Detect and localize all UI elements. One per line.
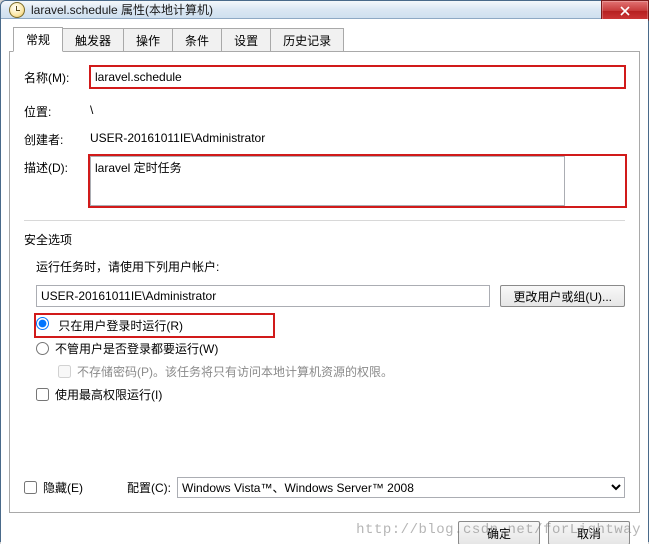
checkbox-run-highest-label: 使用最高权限运行(I) bbox=[55, 386, 162, 403]
tab-general[interactable]: 常规 bbox=[13, 27, 63, 52]
row-author: 创建者: USER-20161011IE\Administrator bbox=[24, 128, 625, 148]
row-location: 位置: \ bbox=[24, 100, 625, 120]
tab-history[interactable]: 历史记录 bbox=[270, 28, 344, 52]
checkbox-no-store-password-label: 不存储密码(P)。该任务将只有访问本地计算机资源的权限。 bbox=[77, 363, 393, 380]
tab-label: 历史记录 bbox=[283, 34, 331, 48]
checkbox-run-highest[interactable] bbox=[36, 388, 49, 401]
change-user-button[interactable]: 更改用户或组(U)... bbox=[500, 285, 625, 307]
dialog-button-bar: 确定 取消 bbox=[9, 513, 640, 544]
name-input[interactable] bbox=[90, 66, 625, 88]
row-name: 名称(M): bbox=[24, 66, 625, 88]
tab-conditions[interactable]: 条件 bbox=[172, 28, 222, 52]
label-description: 描述(D): bbox=[24, 156, 90, 176]
tab-label: 操作 bbox=[136, 34, 160, 48]
checkbox-hidden-label: 隐藏(E) bbox=[43, 479, 83, 496]
radio-run-any-time[interactable] bbox=[36, 342, 49, 355]
cancel-button[interactable]: 取消 bbox=[548, 521, 630, 544]
properties-dialog: laravel.schedule 属性(本地计算机) 常规 触发器 操作 条件 … bbox=[0, 0, 649, 542]
tab-actions[interactable]: 操作 bbox=[123, 28, 173, 52]
tab-panel-general: 名称(M): 位置: \ 创建者: USER-20161011IE\Admini… bbox=[9, 51, 640, 513]
account-input[interactable] bbox=[36, 285, 490, 307]
radio-run-logged-on[interactable] bbox=[36, 317, 49, 330]
radio-run-any-time-label: 不管用户是否登录都要运行(W) bbox=[55, 340, 218, 357]
option-run-any-time[interactable]: 不管用户是否登录都要运行(W) bbox=[36, 340, 625, 357]
location-value: \ bbox=[90, 100, 625, 117]
checkbox-no-store-password bbox=[58, 365, 71, 378]
option-run-highest[interactable]: 使用最高权限运行(I) bbox=[36, 386, 625, 403]
label-author: 创建者: bbox=[24, 128, 90, 148]
label-name: 名称(M): bbox=[24, 66, 90, 86]
dialog-body: 常规 触发器 操作 条件 设置 历史记录 名称(M): 位置: \ 创建者: U… bbox=[1, 19, 648, 544]
option-run-logged-on[interactable]: 只在用户登录时运行(R) bbox=[36, 317, 625, 334]
tab-strip: 常规 触发器 操作 条件 设置 历史记录 bbox=[13, 27, 640, 51]
tab-label: 条件 bbox=[185, 34, 209, 48]
tab-triggers[interactable]: 触发器 bbox=[62, 28, 124, 52]
option-no-store-password: 不存储密码(P)。该任务将只有访问本地计算机资源的权限。 bbox=[58, 363, 625, 380]
radio-run-logged-on-label: 只在用户登录时运行(R) bbox=[58, 319, 183, 333]
checkbox-hidden[interactable] bbox=[24, 481, 37, 494]
tab-label: 设置 bbox=[234, 34, 258, 48]
separator bbox=[24, 220, 625, 221]
window-title: laravel.schedule 属性(本地计算机) bbox=[31, 1, 213, 18]
label-location: 位置: bbox=[24, 100, 90, 120]
label-configure-for: 配置(C): bbox=[127, 479, 171, 496]
security-section-title: 安全选项 bbox=[24, 231, 625, 248]
tab-settings[interactable]: 设置 bbox=[221, 28, 271, 52]
row-bottom: 隐藏(E) 配置(C): Windows Vista™、Windows Serv… bbox=[24, 477, 625, 498]
option-hidden[interactable]: 隐藏(E) bbox=[24, 479, 83, 496]
row-description: 描述(D): laravel 定时任务 bbox=[24, 156, 625, 206]
ok-button[interactable]: 确定 bbox=[458, 521, 540, 544]
configure-for-select[interactable]: Windows Vista™、Windows Server™ 2008 bbox=[177, 477, 625, 498]
description-input[interactable]: laravel 定时任务 bbox=[90, 156, 565, 206]
tab-label: 触发器 bbox=[75, 34, 111, 48]
titlebar[interactable]: laravel.schedule 属性(本地计算机) bbox=[1, 1, 648, 19]
security-prompt: 运行任务时，请使用下列用户帐户: bbox=[36, 258, 625, 275]
task-scheduler-icon bbox=[9, 2, 25, 18]
author-value: USER-20161011IE\Administrator bbox=[90, 128, 625, 145]
tab-label: 常规 bbox=[26, 33, 50, 47]
row-account: 更改用户或组(U)... bbox=[36, 285, 625, 307]
close-icon bbox=[620, 6, 630, 16]
